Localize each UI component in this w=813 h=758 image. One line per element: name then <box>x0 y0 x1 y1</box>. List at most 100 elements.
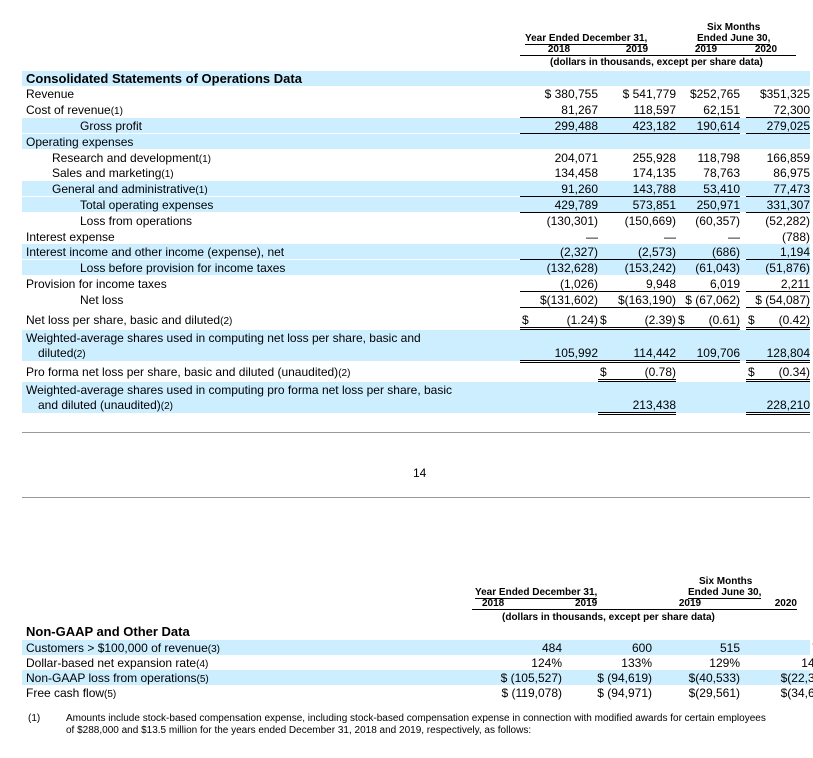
ops-cell: 118,597 <box>598 103 676 118</box>
col-year-2019: 2019 <box>598 44 676 56</box>
ops-cell: (2,327) <box>520 245 598 260</box>
ops-row: Research and development(1) 204,071 255,92… <box>22 150 810 165</box>
col-year-2019-2: 2019 <box>575 598 655 610</box>
six-months-header-2: Six Months <box>699 576 753 587</box>
ops-row-label: General and administrative(1) <box>52 182 208 196</box>
col-six-months-2019-2: 2019 <box>655 598 725 610</box>
ops-cell: 174,135 <box>632 166 676 180</box>
ops-cell: 86,975 <box>773 166 810 180</box>
proforma-eps-2020: $ (0.34) <box>746 365 810 382</box>
proforma-wavg-label-line1: Weighted-average shares used in computin… <box>26 383 453 397</box>
nongaap-row: Non-GAAP loss from operations(5) $ (105,5… <box>22 670 813 685</box>
ops-row: Loss before provision for income taxes (1… <box>22 260 810 275</box>
nongaap-section-title: Non-GAAP and Other Data <box>26 624 190 639</box>
ops-row-label: Gross profit <box>80 119 143 133</box>
ops-cell: 72,300 <box>746 103 810 118</box>
ops-cell: (1,026) <box>520 277 598 292</box>
wavg-cell: 109,706 <box>676 346 740 363</box>
ops-cell: 1,194 <box>746 245 810 260</box>
wavg-cell: 105,992 <box>520 346 598 363</box>
ops-cell: 190,614 <box>676 119 740 134</box>
ops-row-label: Provision for income taxes <box>26 277 167 291</box>
nongaap-cell: 124% <box>531 656 562 670</box>
wavg-cell: 114,442 <box>598 346 676 363</box>
ops-row: Operating expenses <box>22 134 810 149</box>
nongaap-cell: $(29,561) <box>688 686 740 700</box>
nongaap-cell: 142% <box>801 656 813 670</box>
wavg-cell: 128,804 <box>746 346 810 363</box>
ops-cell: $(163,190) <box>598 293 676 308</box>
ops-cell: 118,798 <box>697 151 741 165</box>
proforma-wavg-label-line2: and diluted (unaudited)(2) <box>38 398 173 412</box>
ops-cell: — <box>586 230 598 244</box>
ops-cell: 134,458 <box>554 166 598 180</box>
nongaap-row: Customers > $100,000 of revenue(3) 484 600… <box>22 640 813 655</box>
nongaap-cell: $ (94,619) <box>597 671 652 685</box>
nongaap-cell: $(40,533) <box>688 671 740 685</box>
divider-top <box>22 432 810 433</box>
proforma-wavg-2020: 228,210 <box>746 398 810 415</box>
eps-cell: $ (1.24) <box>520 313 598 330</box>
nongaap-row: Free cash flow(5) $ (119,078) $ (94,971) $(… <box>22 685 813 700</box>
ops-row: Loss from operations (130,301) (150,669) (6… <box>22 213 810 228</box>
nongaap-cell: 716 <box>740 641 813 655</box>
ops-cell: (132,628) <box>546 261 598 275</box>
col-six-months-2020-2: 2020 <box>725 598 797 610</box>
ops-row-label: Total operating expenses <box>80 198 214 212</box>
proforma-eps-2019: $ (0.78) <box>598 365 676 382</box>
ops-cell: 255,928 <box>632 151 676 165</box>
eps-cell: $ (0.61) <box>676 313 740 330</box>
nongaap-cell: $(34,694) <box>780 686 813 700</box>
ops-row-label: Revenue <box>26 87 75 101</box>
ops-cell: 9,948 <box>598 277 676 292</box>
ops-section-title: Consolidated Statements of Operations Da… <box>22 71 810 86</box>
ops-cell: — <box>664 230 676 244</box>
nongaap-row-label: Free cash flow(5) <box>26 686 117 700</box>
nongaap-cell: $ (105,527) <box>500 671 562 685</box>
eps-cell: $ (2.39) <box>598 313 676 330</box>
ops-cell: 81,267 <box>520 103 598 118</box>
ops-cell: (130,301) <box>546 214 598 228</box>
ops-row: Gross profit 299,488 423,182 190,614 279,025 <box>22 118 810 134</box>
ops-row: Cost of revenue(1) 81,267 118,597 62,151 72,… <box>22 102 810 118</box>
ops-cell: (150,669) <box>624 214 676 228</box>
proforma-eps-row: Pro forma net loss per share, basic and … <box>22 364 810 382</box>
ops-cell: 143,788 <box>598 182 676 197</box>
footnote-line-2: of $288,000 and $13.5 million for the ye… <box>66 725 532 736</box>
ops-row: Provision for income taxes (1,026) 9,948 6,… <box>22 276 810 292</box>
ops-cell: 166,859 <box>766 151 810 165</box>
ops-row-label: Net loss <box>80 293 124 307</box>
footnote-line-1: Amounts include stock-based compensation… <box>66 713 766 724</box>
nongaap-cell: 515 <box>719 641 740 655</box>
six-months-header: Six Months <box>707 22 761 33</box>
units-note: (dollars in thousands, except per share … <box>550 57 763 68</box>
ops-row-label: Operating expenses <box>26 135 134 149</box>
ops-cell: 204,071 <box>554 151 598 165</box>
ops-cell: (51,876) <box>765 261 810 275</box>
nongaap-cell: 484 <box>541 641 562 655</box>
ops-row-label: Research and development(1) <box>52 151 211 165</box>
ops-cell: 77,473 <box>746 182 810 197</box>
ops-cell: 78,763 <box>703 166 740 180</box>
ops-cell: (60,357) <box>695 214 740 228</box>
ops-cell: 331,307 <box>746 198 810 213</box>
ops-row: Revenue $ 380,755 $ 541,779 $252,765 $351,32… <box>22 86 810 101</box>
nongaap-row-label: Dollar-based net expansion rate(4) <box>26 656 209 670</box>
ops-cell: $252,765 <box>689 87 740 101</box>
ops-cell: (153,242) <box>624 261 676 275</box>
ops-cell: 6,019 <box>676 277 740 292</box>
ops-row-label: Interest income and other income (expens… <box>26 245 285 259</box>
ops-cell: (788) <box>781 230 810 244</box>
nongaap-cell: $ (94,971) <box>597 686 652 700</box>
ops-cell: $ 380,755 <box>544 87 598 101</box>
ops-cell: 62,151 <box>676 103 740 118</box>
footnote-marker: (1) <box>28 713 41 724</box>
ops-cell: 53,410 <box>676 182 740 197</box>
ops-cell: $ (67,062) <box>676 293 740 308</box>
ops-cell: $351,325 <box>759 87 810 101</box>
ops-row: Sales and marketing(1) 134,458 174,135 78,7… <box>22 165 810 180</box>
ops-cell: 423,182 <box>598 119 676 134</box>
ops-row: Net loss $(131,602) $(163,190) $ (67,062) $ … <box>22 292 810 308</box>
ops-row: Total operating expenses 429,789 573,851 25… <box>22 197 810 213</box>
ops-cell: 91,260 <box>520 182 598 197</box>
